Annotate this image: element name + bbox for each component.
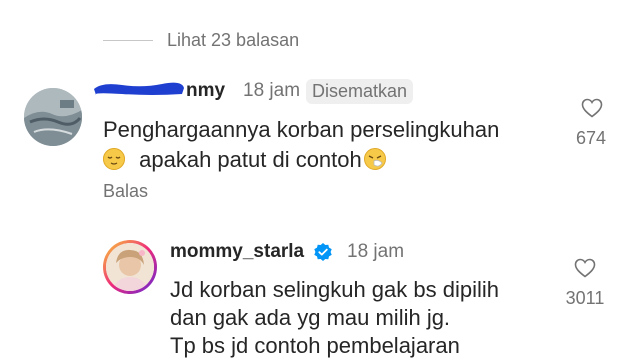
comment-text-line-2: apakah patut di contoh: [139, 147, 362, 172]
avatar[interactable]: [24, 88, 82, 146]
redacted-username-mark: [92, 80, 186, 98]
reply-time: 18 jam: [347, 241, 405, 262]
relieved-face-icon: [103, 148, 125, 170]
verified-badge-icon: [313, 242, 333, 262]
avatar[interactable]: [103, 240, 157, 294]
comment-text-line-1: Penghargaannya korban perselingkuhan: [103, 117, 500, 142]
heart-icon: [581, 98, 603, 118]
reply-like-button[interactable]: [573, 256, 597, 285]
pinned-badge: Disematkan: [306, 79, 414, 104]
reply-button[interactable]: Balas: [103, 181, 148, 202]
reply-text-line-1: Jd korban selingkuh gak bs dipilih: [170, 277, 499, 302]
avatar-photo-icon: [106, 243, 154, 291]
reply-username[interactable]: mommy_starla: [170, 241, 304, 263]
replies-divider: [103, 40, 153, 41]
reply-text-line-2: dan gak ada yg mau milih jg.: [170, 305, 451, 330]
avatar-photo: [106, 243, 154, 291]
reply-like-count: 3011: [565, 288, 605, 308]
comment-text-line-2-row: apakah patut di contoh: [103, 145, 386, 175]
view-replies-link[interactable]: Lihat 23 balasan: [167, 30, 299, 51]
like-button[interactable]: [580, 96, 604, 125]
like-count: 674: [575, 128, 607, 148]
avatar-photo-icon: [24, 88, 82, 146]
heart-icon: [574, 258, 596, 278]
sneezing-face-icon: [363, 148, 386, 170]
comment-time: 18 jam: [243, 80, 301, 101]
comment-username[interactable]: nmy: [186, 80, 225, 102]
reply-text-line-3: Tp bs jd contoh pembelajaran: [170, 333, 460, 358]
